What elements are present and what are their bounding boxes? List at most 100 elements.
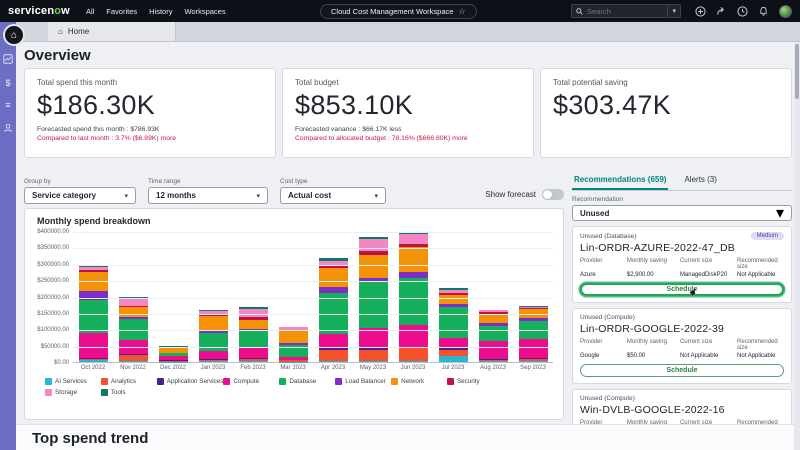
bar-stack [478, 309, 508, 362]
legend-item-analytics[interactable]: Analytics [100, 378, 157, 385]
workspace-title-pill[interactable]: Cloud Cost Management Workspace ☆ [320, 3, 477, 19]
bar-segment-analytics [398, 348, 428, 361]
tab-alerts[interactable]: Alerts (3) [682, 172, 718, 190]
search-input[interactable] [586, 6, 657, 16]
legend-swatch [223, 378, 231, 385]
legend-item-compute[interactable]: Compute [223, 378, 279, 385]
list-menu-icon[interactable]: ≡ [2, 101, 14, 110]
time-range-label: Time range [148, 178, 181, 185]
bar-segment-analytics [358, 349, 388, 362]
legend-label: Storage [55, 389, 78, 396]
kpi-value: $303.47K [553, 90, 672, 120]
x-tick-label: Jan 2023 [200, 365, 226, 371]
bar-stack [238, 307, 268, 362]
legend-swatch [446, 378, 454, 385]
legend-label: Tools [110, 389, 126, 396]
legend-label: AI Services [55, 378, 87, 385]
kpi-compare-text: Compared to allocated budget : 78.16% ($… [295, 135, 468, 142]
bar-segment-ai-services [118, 361, 148, 362]
menu-history[interactable]: History [149, 7, 172, 16]
bar-segment-ai-services [238, 361, 268, 362]
legend-item-ai-services[interactable]: AI Services [45, 378, 101, 385]
bar-segment-network [478, 313, 508, 324]
scrollbar-thumb[interactable] [795, 44, 799, 99]
favorite-star-icon[interactable]: ☆ [458, 7, 465, 16]
bar-stack [358, 236, 388, 362]
dashboard-chart-icon[interactable] [2, 54, 14, 66]
y-tick-label: $300000.00 [37, 261, 69, 268]
chart-legend: AI Services Analytics Application Services… [45, 378, 553, 396]
current-size-value: Not Applicable [679, 353, 719, 359]
search-scope-caret-icon[interactable]: ▾ [667, 5, 680, 17]
cost-type-select[interactable]: Actual cost ▾ [280, 187, 386, 204]
home-icon: ⌂ [10, 29, 18, 41]
user-profile-icon[interactable] [2, 123, 14, 135]
page-scrollbar[interactable] [794, 42, 800, 450]
gridline [73, 232, 553, 233]
add-icon[interactable] [695, 5, 706, 17]
chevron-down-icon: ▾ [374, 192, 378, 200]
show-forecast-toggle[interactable] [542, 189, 564, 200]
recommendation-details: Provider Monthly saving Current size Rec… [580, 339, 784, 359]
bar-segment-analytics [318, 349, 348, 362]
legend-item-security[interactable]: Security [446, 378, 503, 385]
schedule-button[interactable]: Schedule ☛ [580, 283, 784, 299]
filter-time-range: Time range 12 months ▾ [148, 178, 268, 204]
legend-label: Analytics [110, 378, 137, 385]
user-avatar[interactable] [778, 4, 792, 18]
legend-item-load-balancer[interactable]: Load Balancer [335, 378, 391, 385]
legend-item-tools[interactable]: Tools [100, 389, 157, 396]
legend-swatch [335, 378, 343, 385]
bar-segment-compute [198, 350, 228, 360]
recommendation-filter-label: Recommendation [572, 196, 623, 203]
x-tick-label: Dec 2022 [160, 365, 186, 371]
servicenow-logo[interactable]: servicenow [8, 5, 70, 17]
recommendation-category: Unused (Database) [580, 232, 637, 240]
resource-name[interactable]: Win-DVLB-GOOGLE-2022-16 [580, 404, 784, 416]
home-tab-label: Home [67, 27, 90, 36]
menu-workspaces[interactable]: Workspaces [184, 7, 225, 16]
recommendation-filter-select[interactable]: Unused ▾ [572, 205, 792, 222]
time-range-select[interactable]: 12 months ▾ [148, 187, 268, 204]
activity-clock-icon[interactable] [737, 5, 748, 17]
legend-swatch [391, 378, 399, 385]
legend-item-storage[interactable]: Storage [45, 389, 101, 396]
schedule-button[interactable]: Schedule [580, 364, 784, 377]
show-forecast-control: Show forecast [485, 189, 564, 204]
kpi-value: $186.30K [37, 90, 156, 120]
search-box[interactable]: ▾ [570, 4, 681, 18]
resource-name[interactable]: Lin-ORDR-AZURE-2022-47_DB [580, 242, 784, 254]
share-icon[interactable] [716, 6, 727, 17]
recommendations-tabs: Recommendations (659) Alerts (3) [572, 172, 792, 191]
cost-dollar-icon[interactable]: $ [2, 79, 14, 88]
filter-group-by: Group by Service category ▾ [24, 178, 136, 204]
legend-item-application-services[interactable]: Application Services [156, 378, 223, 385]
legend-label: Compute [233, 378, 260, 385]
kpi-label: Total spend this month [37, 78, 118, 87]
bar-segment-database [238, 330, 268, 347]
bar-segment-network [398, 247, 428, 272]
y-tick-label: $200000.00 [37, 294, 69, 301]
bar-stack [438, 288, 468, 362]
tab-home[interactable]: ⌂ Home [48, 22, 176, 41]
tab-recommendations[interactable]: Recommendations (659) [572, 172, 669, 190]
kpi-cards-row: Total spend this month $186.30K Forecast… [24, 68, 792, 158]
bar-segment-network [318, 268, 348, 287]
recommendation-card: Unused (Database) Medium Lin-ORDR-AZURE-… [572, 226, 792, 303]
group-by-select[interactable]: Service category ▾ [24, 187, 136, 204]
kpi-subtext: Forecasted variance : $66.17K less [295, 126, 402, 133]
gridline [73, 264, 553, 266]
legend-swatch [100, 378, 108, 385]
legend-swatch [156, 378, 164, 385]
resource-name[interactable]: Lin-ORDR-GOOGLE-2022-39 [580, 323, 784, 335]
menu-all[interactable]: All [86, 7, 94, 16]
gridline [73, 297, 553, 299]
left-rail: $ ≡ [0, 22, 16, 450]
home-button[interactable]: ⌂ [3, 24, 25, 46]
bar-segment-database [398, 277, 428, 326]
menu-favorites[interactable]: Favorites [106, 7, 137, 16]
legend-item-network[interactable]: Network [391, 378, 447, 385]
legend-item-database[interactable]: Database [279, 378, 335, 385]
notification-bell-icon[interactable] [758, 6, 769, 17]
gridline [73, 313, 553, 315]
